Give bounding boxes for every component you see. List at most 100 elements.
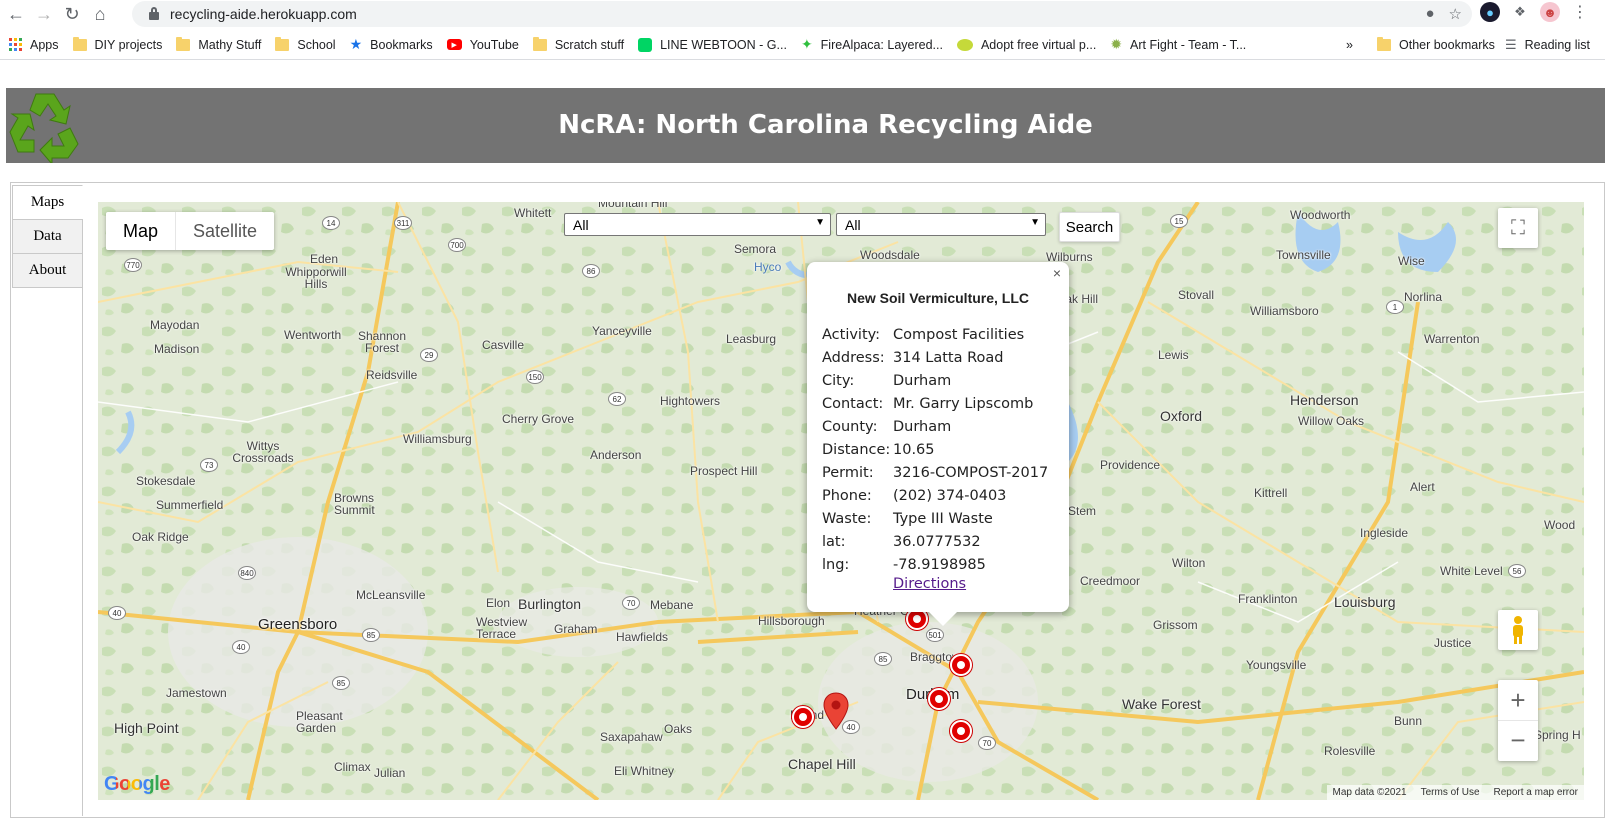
terms-link[interactable]: Terms of Use [1421, 787, 1480, 798]
place-label: Spring H [1534, 728, 1581, 742]
bookmark-label: Apps [30, 37, 59, 52]
reading-list[interactable]: ☰ Reading list [1505, 37, 1590, 53]
home-icon[interactable]: ⌂ [88, 2, 112, 26]
activity-filter-select[interactable]: All ▼ [564, 213, 831, 236]
facility-marker[interactable] [950, 720, 972, 742]
place-label: Williamsburg [403, 432, 472, 446]
report-error-link[interactable]: Report a map error [1494, 787, 1578, 798]
place-label: Hightowers [660, 394, 721, 408]
facility-marker[interactable] [792, 706, 814, 728]
artfight-icon: ✹ [1110, 36, 1123, 52]
close-icon[interactable]: × [1053, 265, 1061, 281]
google-logo[interactable]: Google [104, 773, 170, 796]
star-bookmark-icon[interactable]: ☆ [1449, 5, 1462, 23]
road-shield-icon: 770 [124, 258, 142, 272]
fullscreen-icon[interactable]: ⛶ [1498, 208, 1538, 248]
url-text[interactable]: recycling-aide.herokuapp.com [170, 6, 357, 22]
map-type-control: Map Satellite [106, 212, 275, 250]
place-label: Kittrell [1254, 486, 1288, 500]
tab-data[interactable]: Data [12, 219, 83, 254]
bookmark-label: FireAlpaca: Layered... [820, 37, 943, 52]
forward-icon[interactable]: → [32, 2, 56, 26]
back-icon[interactable]: ← [4, 2, 28, 26]
place-label: Bunn [1394, 714, 1423, 728]
road-shield-icon: 56 [1508, 564, 1526, 578]
info-value: Type III Waste [893, 510, 993, 527]
folder-icon [176, 36, 191, 51]
map-type-map-button[interactable]: Map [106, 212, 177, 250]
bookmark-apps[interactable]: Apps [9, 38, 59, 52]
map-type-satellite-button[interactable]: Satellite [176, 212, 274, 250]
facility-marker[interactable] [928, 688, 950, 710]
bookmark-school[interactable]: School [275, 36, 336, 52]
place-label: Summerfield [156, 498, 224, 512]
reload-icon[interactable]: ↻ [60, 2, 84, 26]
bookmark-youtube[interactable]: ▶ YouTube [446, 38, 519, 52]
place-label: Grissom [1153, 618, 1198, 632]
tab-list: Maps Data About [12, 185, 83, 288]
other-bookmarks[interactable]: Other bookmarks [1377, 36, 1495, 52]
info-row: Activity: Compost Facilities [822, 323, 1054, 346]
bookmark-mathy-stuff[interactable]: Mathy Stuff [176, 36, 261, 52]
place-label: Elon [486, 596, 511, 610]
search-button[interactable]: Search [1059, 212, 1120, 242]
place-label: High Point [114, 720, 179, 736]
info-key: lng: [822, 556, 850, 573]
facility-marker[interactable] [950, 654, 972, 676]
chevron-down-icon: ▼ [815, 217, 825, 228]
bookmark-label: Reading list [1524, 37, 1590, 52]
info-value: Mr. Garry Lipscomb [893, 395, 1034, 412]
place-label: Townsville [1276, 248, 1331, 262]
address-bar[interactable]: recycling-aide.herokuapp.com ● ☆ [132, 1, 1472, 27]
place-label: Williamsboro [1250, 304, 1319, 318]
location-pin-icon[interactable] [823, 692, 849, 730]
bookmark-webtoon[interactable]: LINE WEBTOON - G... [638, 37, 787, 52]
place-label: Hawfields [616, 630, 669, 644]
page-title: NcRA: North Carolina Recycling Aide [558, 110, 1093, 140]
place-label: Eden [310, 252, 339, 266]
info-row: Phone: (202) 374-0403 [822, 484, 1054, 507]
place-label: Semora [734, 242, 777, 256]
directions-link[interactable]: Directions [893, 576, 1054, 592]
bookmark-bookmarks[interactable]: ★ Bookmarks [350, 36, 433, 53]
pegman-icon[interactable] [1498, 610, 1538, 650]
zoom-in-button[interactable]: + [1498, 681, 1538, 721]
place-label: Graham [554, 622, 598, 636]
info-row: lng: -78.9198985 [822, 553, 1054, 576]
bookmark-label: Art Fight - Team - T... [1130, 37, 1247, 52]
place-label: Stem [1068, 504, 1097, 518]
extension-icon[interactable]: ● [1480, 2, 1500, 22]
place-label: Hyco [754, 260, 782, 274]
place-label: Cherry Grove [502, 412, 575, 426]
profile-avatar-icon[interactable]: ☻ [1540, 2, 1560, 22]
road-shield-icon: 40 [232, 640, 250, 654]
place-label: Greensboro [258, 616, 338, 633]
folder-icon [532, 36, 547, 51]
tab-about[interactable]: About [12, 253, 83, 288]
tab-maps[interactable]: Maps [12, 185, 83, 220]
bookmark-adopt-pet[interactable]: Adopt free virtual p... [956, 38, 1096, 52]
place-label: Reidsville [366, 368, 418, 382]
bookmarks-overflow-button[interactable]: » [1346, 38, 1353, 52]
place-label: Oxford [1160, 408, 1203, 424]
reading-list-icon: ☰ [1505, 36, 1517, 52]
select-value: All [573, 216, 589, 233]
site-header: NcRA: North Carolina Recycling Aide [6, 88, 1605, 163]
county-filter-select[interactable]: All ▼ [836, 213, 1046, 236]
bookmark-firealpaca[interactable]: ✦ FireAlpaca: Layered... [801, 36, 943, 53]
road-shield-icon: 501 [926, 628, 944, 642]
place-label: Franklinton [1238, 592, 1298, 606]
location-icon[interactable]: ● [1425, 5, 1434, 23]
info-key: County: [822, 418, 878, 435]
place-label: Wood [1544, 518, 1576, 532]
place-label: White Level [1440, 564, 1503, 578]
road-shield-icon: 40 [108, 606, 126, 620]
menu-kebab-icon[interactable]: ⋮ [1570, 2, 1590, 22]
lock-icon [148, 7, 160, 21]
bookmark-scratch-stuff[interactable]: Scratch stuff [532, 36, 624, 52]
bookmark-art-fight[interactable]: ✹ Art Fight - Team - T... [1110, 36, 1246, 53]
road-shield-icon: 29 [420, 348, 438, 362]
zoom-out-button[interactable]: − [1498, 721, 1538, 761]
bookmark-diy-projects[interactable]: DIY projects [72, 36, 162, 52]
puzzle-icon[interactable]: ❖ [1510, 2, 1530, 22]
